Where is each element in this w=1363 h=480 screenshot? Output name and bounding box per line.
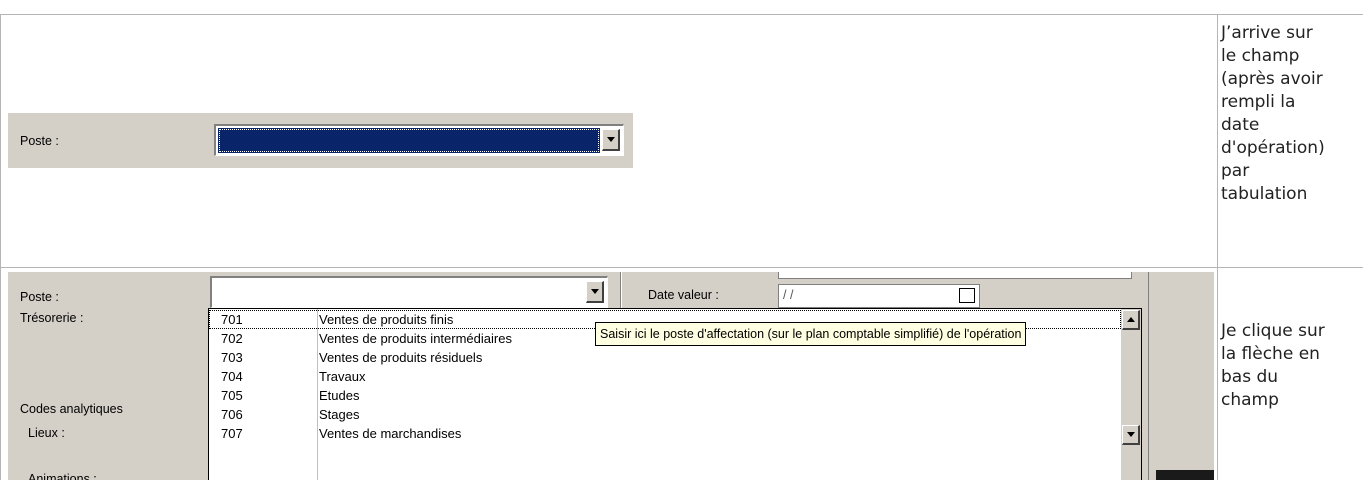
- screenshot-poste-dropdown-open: Poste : Trésorerie : Codes analytiques L…: [8, 272, 1214, 480]
- table-row-divider: [0, 267, 1363, 268]
- description-line: tabulation: [1221, 184, 1308, 204]
- description-line: date: [1221, 115, 1260, 135]
- item-code: 706: [221, 407, 243, 422]
- item-name: Travaux: [319, 369, 366, 384]
- item-code: 704: [221, 369, 243, 384]
- table-column-divider: [1217, 14, 1218, 480]
- documentation-table: Poste : J’arrive sur le champ (après avo…: [0, 0, 1363, 480]
- item-code: 707: [221, 426, 243, 441]
- item-name: Ventes de produits finis: [319, 312, 454, 327]
- item-name: Ventes de produits résiduels: [319, 350, 483, 365]
- description-line: champ: [1221, 390, 1279, 410]
- description-line: (après avoir: [1221, 69, 1323, 89]
- scrollbar[interactable]: [1121, 309, 1141, 480]
- list-item[interactable]: 705 Etudes: [209, 386, 1121, 405]
- tooltip: Saisir ici le poste d'affectation (sur l…: [595, 322, 1027, 346]
- list-item[interactable]: 704 Travaux: [209, 367, 1121, 386]
- description-line: le champ: [1221, 46, 1300, 66]
- scroll-up-icon[interactable]: [1122, 310, 1140, 330]
- date-valeur-label: Date valeur :: [648, 288, 719, 302]
- panel-divider: [1148, 272, 1149, 480]
- date-placeholder: / /: [783, 288, 794, 302]
- item-code: 705: [221, 388, 243, 403]
- description-line: bas du: [1221, 367, 1279, 387]
- dropdown-arrow-icon[interactable]: [586, 281, 604, 303]
- text-field[interactable]: [778, 272, 1132, 279]
- item-name: Ventes de produits intermédiaires: [319, 331, 512, 346]
- description-line: rempli la: [1221, 92, 1296, 112]
- poste-label: Poste :: [20, 134, 59, 148]
- item-name: Ventes de marchandises: [319, 426, 462, 441]
- list-item[interactable]: 706 Stages: [209, 405, 1121, 424]
- description-line: par: [1221, 161, 1250, 181]
- item-code: 701: [221, 312, 243, 327]
- list-item[interactable]: 707 Ventes de marchandises: [209, 424, 1121, 443]
- item-code: 702: [221, 331, 243, 346]
- description-line: J’arrive sur: [1221, 23, 1313, 43]
- date-valeur-field[interactable]: / /: [778, 284, 980, 308]
- animations-label: Animations :: [28, 472, 97, 480]
- selection-highlight: [218, 128, 600, 153]
- table-border-left: [0, 14, 1, 480]
- item-name: Etudes: [319, 388, 360, 403]
- dropdown-arrow-icon[interactable]: [602, 129, 620, 151]
- lieux-label: Lieux :: [28, 426, 65, 440]
- calendar-icon[interactable]: [959, 288, 975, 303]
- description-line: la flèche en: [1221, 344, 1320, 364]
- description-line: Je clique sur: [1221, 321, 1325, 341]
- table-border-top: [0, 14, 1363, 15]
- item-code: 703: [221, 350, 243, 365]
- background-strip: [1156, 470, 1214, 480]
- screenshot-poste-focused: Poste :: [8, 113, 633, 168]
- description-line: d'opération): [1221, 138, 1325, 158]
- tresorerie-label: Trésorerie :: [20, 311, 84, 325]
- scroll-down-icon[interactable]: [1122, 425, 1140, 445]
- list-item[interactable]: 703 Ventes de produits résiduels: [209, 348, 1121, 367]
- codes-analytiques-label: Codes analytiques: [20, 402, 123, 416]
- poste-combobox[interactable]: [214, 124, 624, 156]
- poste-combobox[interactable]: [210, 276, 608, 308]
- poste-label: Poste :: [20, 290, 59, 304]
- item-name: Stages: [319, 407, 360, 422]
